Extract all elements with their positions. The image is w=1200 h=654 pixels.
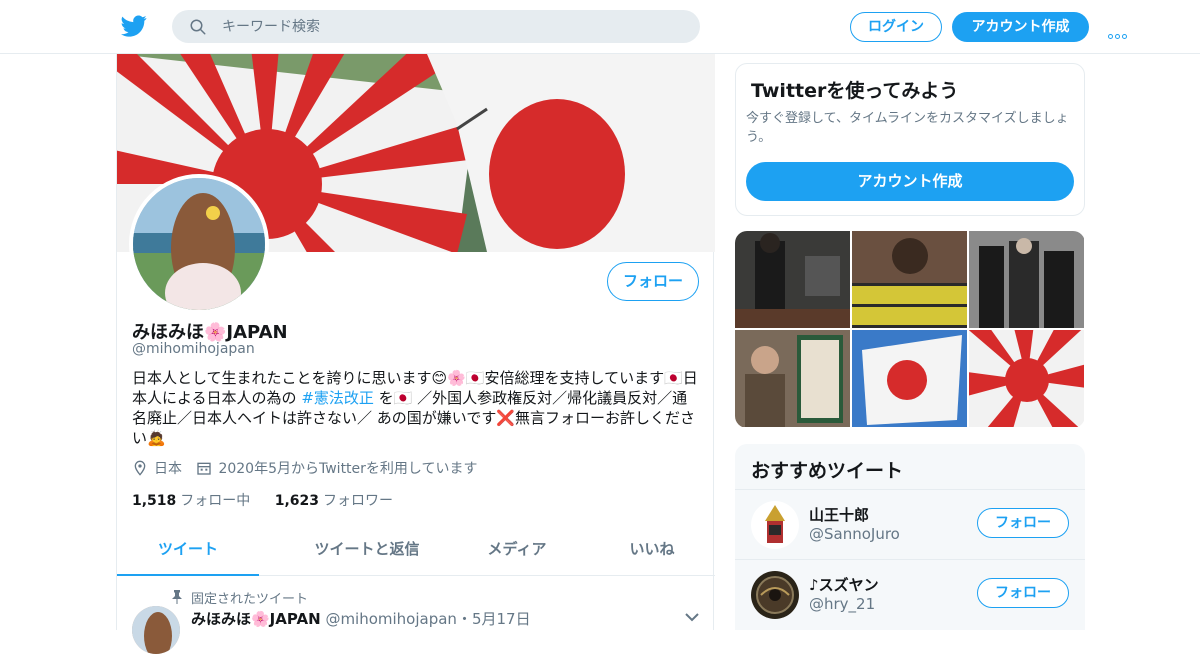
recommended-follow-button[interactable]: フォロー <box>977 508 1069 538</box>
signup-card-button[interactable]: アカウント作成 <box>746 162 1074 201</box>
media-thumbnail[interactable] <box>852 330 967 427</box>
profile-location: 日本 <box>154 461 182 477</box>
location-icon <box>134 460 146 476</box>
recommended-follow-button[interactable]: フォロー <box>977 578 1069 608</box>
tab-media[interactable]: メディア <box>467 524 567 576</box>
tab-likes[interactable]: いいね <box>607 524 697 576</box>
following-count-link[interactable]: 1,518 フォロー中 <box>132 493 250 509</box>
recommended-user-avatar[interactable] <box>751 571 799 619</box>
pinned-tweet-label: 固定されたツイート <box>191 592 309 607</box>
top-navigation-bar: ログイン アカウント作成 <box>0 0 1200 54</box>
media-grid <box>735 231 1085 428</box>
tweet-date[interactable]: ・5月17日 <box>457 610 531 628</box>
profile-handle[interactable]: @mihomihojapan <box>132 341 255 357</box>
recommended-user-handle[interactable]: @hry_21 <box>809 595 875 613</box>
search-input[interactable] <box>222 10 682 43</box>
signup-card-title: Twitterを使ってみよう <box>751 80 959 102</box>
search-box[interactable] <box>172 10 700 43</box>
followers-count-link[interactable]: 1,623 フォロワー <box>275 493 393 509</box>
follow-button[interactable]: フォロー <box>607 262 699 301</box>
tab-tweets[interactable]: ツイート <box>117 524 259 576</box>
profile-follow-counts: 1,518 フォロー中 1,623 フォロワー <box>132 490 413 510</box>
twitter-bird-logo-icon[interactable] <box>120 13 148 39</box>
recommended-title: おすすめツイート <box>751 460 904 482</box>
recommended-tweets-panel: おすすめツイート 山王十郎 @SannoJuro フォロー ♪スズヤン @hry… <box>735 444 1085 630</box>
tweet-author-name[interactable]: みほみほ🌸JAPAN <box>191 610 321 628</box>
profile-meta: 日本 2020年5月からTwitterを利用しています <box>132 458 488 478</box>
profile-bio: 日本人として生まれたことを誇りに思います😊🌸🇯🇵安倍総理を支持しています🇯🇵日本… <box>132 368 702 448</box>
bio-hashtag-link[interactable]: #憲法改正 <box>301 389 374 407</box>
tab-tweets-and-replies[interactable]: ツイートと返信 <box>277 524 457 576</box>
recommended-user-row[interactable]: 山王十郎 @SannoJuro フォロー <box>735 489 1085 559</box>
signup-card-description: 今すぐ登録して、タイムラインをカスタマイズしましょう。 <box>746 111 1069 145</box>
media-thumbnail[interactable] <box>969 231 1084 328</box>
profile-column: フォロー みほみほ🌸JAPAN @mihomihojapan 日本人として生まれ… <box>116 54 715 654</box>
profile-joined-date: 2020年5月からTwitterを利用しています <box>218 461 478 477</box>
recommended-user-handle[interactable]: @SannoJuro <box>809 525 900 543</box>
recommended-user-row[interactable]: ♪スズヤン @hry_21 フォロー <box>735 559 1085 629</box>
tweet-header: みほみほ🌸JAPAN @mihomihojapan・5月17日 <box>191 608 531 629</box>
recommended-user-name[interactable]: 山王十郎 <box>809 504 869 525</box>
more-options-icon[interactable] <box>1108 24 1130 39</box>
signup-button[interactable]: アカウント作成 <box>952 12 1089 42</box>
calendar-icon <box>197 462 212 475</box>
search-icon <box>190 19 206 35</box>
profile-avatar[interactable] <box>129 174 269 314</box>
media-thumbnail[interactable] <box>852 231 967 328</box>
media-thumbnail[interactable] <box>969 330 1084 427</box>
login-button[interactable]: ログイン <box>850 12 942 42</box>
media-thumbnail[interactable] <box>735 330 850 427</box>
media-thumbnail[interactable] <box>735 231 850 328</box>
recommended-user-name[interactable]: ♪スズヤン <box>809 574 879 595</box>
pin-icon <box>172 590 182 604</box>
chevron-down-icon[interactable] <box>685 612 699 622</box>
tweet-author-handle[interactable]: @mihomihojapan <box>325 610 457 628</box>
tweet-author-avatar[interactable] <box>132 606 180 654</box>
recommended-user-avatar[interactable] <box>751 501 799 549</box>
profile-tabs: ツイート ツイートと返信 メディア いいね <box>117 524 715 576</box>
signup-card: Twitterを使ってみよう 今すぐ登録して、タイムラインをカスタマイズしましょ… <box>735 63 1085 216</box>
